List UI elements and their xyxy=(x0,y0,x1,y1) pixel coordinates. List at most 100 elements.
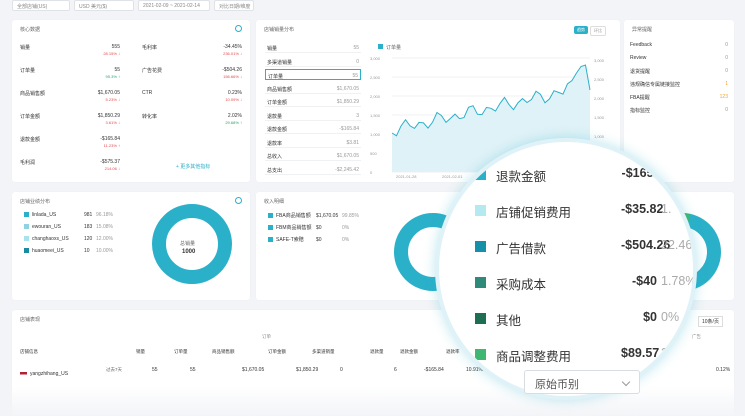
metric-item: 退款金额 -$165.84 11.23% ↑ xyxy=(20,136,120,152)
trend-title: 店铺销量分布 xyxy=(264,27,295,33)
currency-filter[interactable]: USD 美元($) xyxy=(74,0,134,11)
column-header[interactable]: 销量 xyxy=(136,349,145,355)
column-header[interactable]: 退款率 xyxy=(446,349,460,355)
income-row: FBM商品销售额 $0 0% xyxy=(268,224,349,231)
metric-option[interactable]: 退款率 $3.81 xyxy=(265,137,361,148)
metric-label: 转化率 xyxy=(142,114,158,120)
row-shop[interactable]: yangzhihang_US xyxy=(30,371,68,377)
expense-label: 商品调整费用 xyxy=(496,350,572,364)
column-header[interactable]: 多渠道销量 xyxy=(312,349,335,355)
metric-option[interactable]: 销量 55 xyxy=(265,42,361,53)
alert-item[interactable]: 退货提醒 0 xyxy=(630,68,728,80)
y2-tick-label: 1,500 xyxy=(594,115,605,120)
column-header[interactable]: 订单量 xyxy=(174,349,188,355)
metric-option-value: -$165.84 xyxy=(339,126,359,132)
metric-change: 156.66% ↓ xyxy=(223,74,242,79)
alert-item[interactable]: Feedback 0 xyxy=(630,42,728,54)
donut-value: 1000 xyxy=(182,249,196,255)
trend-tab[interactable]: 趋势 xyxy=(574,26,588,34)
date-filter[interactable]: 2021-02-09 ~ 2021-02-14 xyxy=(138,0,210,11)
metric-option[interactable]: 退款量 3 xyxy=(265,110,361,121)
compare-filter[interactable]: 对比日期/维度 xyxy=(214,0,254,11)
metric-option-label: 销量 xyxy=(267,46,278,52)
settings-icon[interactable] xyxy=(235,197,242,204)
legend-swatch xyxy=(475,169,486,180)
metric-option[interactable]: 订单量 55 xyxy=(265,69,361,80)
metric-value: 2.02% xyxy=(227,113,242,119)
shop-filter[interactable]: 全部店铺(US) xyxy=(12,0,70,11)
metric-option-value: $1,670.05 xyxy=(336,153,359,159)
metric-value: 0.23% xyxy=(227,90,242,96)
y-tick-label: 500 xyxy=(370,151,377,156)
shop-row[interactable]: changhaoxs_US 120 12.00% xyxy=(24,236,113,242)
expense-value: -$504.26 xyxy=(621,238,671,252)
shop-value: 10 xyxy=(84,248,90,254)
legend-swatch xyxy=(268,225,273,231)
alert-item[interactable]: Review 0 xyxy=(630,55,728,67)
legend-swatch xyxy=(475,349,486,360)
metric-label: 退款金额 xyxy=(20,137,41,143)
metric-change: 214.06 ↓ xyxy=(104,166,120,171)
table-title: 店铺表现 xyxy=(20,317,41,323)
shop-row[interactable]: huaomeei_US 10 10.00% xyxy=(24,248,113,254)
metric-option-label: 总支出 xyxy=(267,167,283,174)
alert-item[interactable]: 指标监控 0 xyxy=(630,107,728,119)
shop-name: linlada_US xyxy=(32,212,57,218)
metric-option[interactable]: 多渠道销量 0 xyxy=(265,56,361,67)
metric-option-value: $3.81 xyxy=(346,139,359,146)
column-header[interactable]: 店铺信息 xyxy=(20,349,38,355)
income-pct: 99.85% xyxy=(342,213,359,219)
legend-swatch xyxy=(475,277,486,288)
legend-swatch xyxy=(268,213,273,219)
metric-option[interactable]: 订单金额 $1,850.29 xyxy=(265,96,361,107)
metric-item: 毛利润 -$575.37 214.06 ↓ xyxy=(20,159,120,175)
legend-swatch xyxy=(24,236,29,242)
metric-value: 55 xyxy=(114,67,120,73)
page-size-select[interactable]: 10条/页 xyxy=(698,316,723,327)
metric-label: 毛利率 xyxy=(142,45,158,51)
shop-row[interactable]: linlada_US 981 96.18% xyxy=(24,212,113,218)
income-label: FBA商品销售额 xyxy=(276,213,311,219)
income-label: FBM商品销售额 xyxy=(276,225,312,231)
alert-label: Review xyxy=(630,55,647,61)
metric-option[interactable]: 总支出 -$2,245.42 xyxy=(265,164,361,175)
alert-label: 退货提醒 xyxy=(630,69,651,75)
metric-label: 商品销售额 xyxy=(20,91,46,97)
filter-bar: 全部店铺(US) USD 美元($) 2021-02-09 ~ 2021-02-… xyxy=(0,0,745,12)
alert-count: 0 xyxy=(725,107,728,113)
metric-item: 销量 555 28.15% ↓ xyxy=(20,44,120,60)
row-ad-pct: 0.12% xyxy=(716,367,731,373)
expense-pct: 1. xyxy=(661,202,672,216)
metric-option[interactable]: 退款金额 -$165.84 xyxy=(265,123,361,134)
more-metrics-link[interactable]: + 更多其他指标 xyxy=(176,163,210,170)
row-period: 过去7天 xyxy=(106,367,123,372)
metric-option[interactable]: 总收入 $1,670.05 xyxy=(265,150,361,161)
metric-option[interactable]: 商品销售额 $1,670.05 xyxy=(265,83,361,94)
income-pct: 0% xyxy=(342,225,350,231)
settings-icon[interactable] xyxy=(235,25,242,32)
column-header[interactable]: 订单金额 xyxy=(268,349,286,355)
y2-tick-label: 2,000 xyxy=(594,96,605,101)
alerts-title: 异常提醒 xyxy=(632,27,653,33)
alert-item[interactable]: FBA提醒 123 xyxy=(630,94,728,106)
alert-item[interactable]: 违规确信专属链接监控 1 xyxy=(630,81,728,93)
y-tick-label: 0 xyxy=(370,170,373,175)
column-header[interactable]: 退款金额 xyxy=(400,349,418,355)
compare-tab[interactable]: 环比 xyxy=(590,26,606,36)
shop-row[interactable]: ewouran_US 183 15.08% xyxy=(24,224,113,230)
metric-value: -$575.37 xyxy=(100,159,120,165)
metric-option-value: -$2,245.42 xyxy=(335,166,359,173)
column-header[interactable]: 退款量 xyxy=(370,349,384,355)
metric-option-label: 总收入 xyxy=(267,154,283,160)
y-tick-label: 1,000 xyxy=(370,132,381,137)
alert-count: 1 xyxy=(725,81,728,87)
metric-option-label: 商品销售额 xyxy=(267,86,293,93)
alert-count: 0 xyxy=(725,42,728,48)
shop-pct: 96.18% xyxy=(96,212,113,218)
metric-item: 商品销售额 $1,670.05 5.23% ↓ xyxy=(20,90,120,106)
income-value: $1,670.05 xyxy=(316,213,339,219)
currency-select[interactable]: 原始币别 xyxy=(524,370,640,394)
row-sales: 55 xyxy=(152,367,158,373)
expense-value: -$165. xyxy=(621,166,657,180)
column-header[interactable]: 商品销售额 xyxy=(212,349,235,355)
